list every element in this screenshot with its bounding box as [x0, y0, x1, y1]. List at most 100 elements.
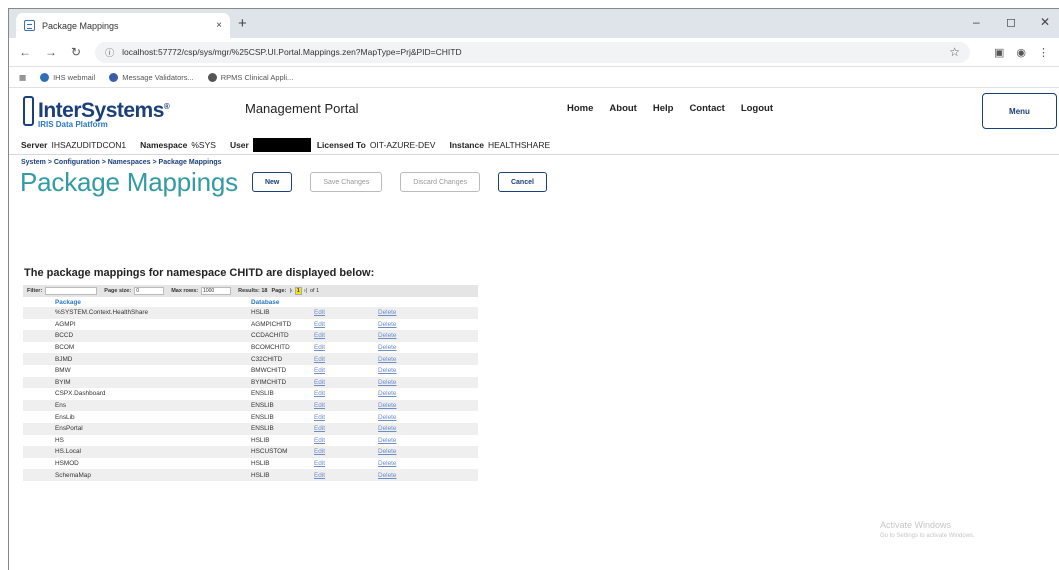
- delete-link[interactable]: Delete: [378, 318, 478, 331]
- apps-grid-icon[interactable]: ▦: [19, 73, 26, 82]
- nav-contact[interactable]: Contact: [689, 103, 724, 114]
- edit-link[interactable]: Edit: [314, 307, 378, 319]
- bookmark-message-validators[interactable]: Message Validators...: [109, 72, 194, 82]
- menu-button[interactable]: Menu: [982, 93, 1057, 129]
- delete-link[interactable]: Delete: [378, 399, 478, 412]
- delete-link[interactable]: Delete: [378, 330, 478, 342]
- table-row: AGMPI AGMPICHITD Edit Delete: [23, 318, 478, 331]
- nav-logout[interactable]: Logout: [741, 103, 773, 114]
- package-cell: SchemaMap: [23, 469, 219, 481]
- forward-icon[interactable]: →: [45, 45, 57, 59]
- edit-link[interactable]: Edit: [314, 330, 378, 342]
- delete-link[interactable]: Delete: [378, 353, 478, 365]
- package-cell: HS.Local: [23, 446, 219, 458]
- edit-link[interactable]: Edit: [314, 399, 378, 412]
- bookmark-favicon-icon: [109, 72, 119, 82]
- title-row: Package Mappings New Save Changes Discar…: [9, 166, 1059, 198]
- bookmark-rpms-clinical[interactable]: RPMS Clinical Appli...: [207, 72, 293, 82]
- logo-mark-icon: [23, 96, 34, 126]
- portal-title: Management Portal: [245, 101, 359, 116]
- database-cell: ENSLIB: [219, 388, 314, 400]
- edit-link[interactable]: Edit: [314, 353, 378, 365]
- top-nav: Home About Help Contact Logout: [567, 103, 789, 114]
- mappings-table-container: Filter: Page size: 0 Max rows: 1000 Resu…: [23, 285, 478, 481]
- discard-changes-button[interactable]: Discard Changes: [400, 172, 480, 192]
- reload-icon[interactable]: ↻: [71, 45, 81, 59]
- address-bar[interactable]: ⓘ localhost:57772/csp/sys/mgr/%25CSP.UI.…: [95, 41, 970, 63]
- column-header-database[interactable]: Database: [219, 297, 314, 307]
- package-cell: HS: [23, 434, 219, 447]
- browser-tab-bar: Package Mappings × + – ◻ ✕: [9, 9, 1059, 38]
- new-button[interactable]: New: [251, 172, 293, 192]
- delete-link[interactable]: Delete: [378, 422, 478, 435]
- minimize-icon[interactable]: –: [973, 15, 980, 29]
- info-bar: Server IHSAZUDITDCON1 Namespace %SYS User …: [9, 136, 1059, 155]
- back-icon[interactable]: ←: [19, 45, 31, 59]
- database-cell: CCDACHITD: [219, 330, 314, 342]
- edit-link[interactable]: Edit: [314, 341, 378, 354]
- delete-link[interactable]: Delete: [378, 341, 478, 354]
- page-size-input[interactable]: 0: [134, 287, 165, 295]
- edit-link[interactable]: Edit: [314, 376, 378, 389]
- reading-mode-icon[interactable]: ▣: [994, 46, 1004, 59]
- namespace-value: %SYS: [191, 140, 216, 150]
- tab-close-icon[interactable]: ×: [216, 20, 222, 31]
- save-changes-button[interactable]: Save Changes: [310, 172, 383, 192]
- nav-about[interactable]: About: [609, 103, 636, 114]
- edit-link[interactable]: Edit: [314, 422, 378, 435]
- edit-link[interactable]: Edit: [314, 411, 378, 423]
- breadcrumb[interactable]: System > Configuration > Namespaces > Pa…: [9, 155, 1059, 166]
- delete-link[interactable]: Delete: [378, 388, 478, 400]
- close-window-icon[interactable]: ✕: [1040, 15, 1050, 29]
- edit-link[interactable]: Edit: [314, 457, 378, 470]
- delete-link[interactable]: Delete: [378, 376, 478, 389]
- edit-link[interactable]: Edit: [314, 364, 378, 377]
- delete-link[interactable]: Delete: [378, 434, 478, 447]
- database-cell: BCOMCHITD: [219, 341, 314, 354]
- edit-link[interactable]: Edit: [314, 446, 378, 458]
- maximize-icon[interactable]: ◻: [1006, 15, 1016, 29]
- intersystems-logo[interactable]: InterSystems® IRIS Data Platform: [23, 96, 170, 129]
- delete-link[interactable]: Delete: [378, 307, 478, 319]
- nav-help[interactable]: Help: [653, 103, 674, 114]
- edit-link[interactable]: Edit: [314, 434, 378, 447]
- browser-tab[interactable]: Package Mappings ×: [16, 13, 230, 38]
- database-cell: ENSLIB: [219, 399, 314, 412]
- database-cell: ENSLIB: [219, 411, 314, 423]
- more-options-icon[interactable]: ⋮: [1038, 46, 1049, 59]
- results-count: Results: 18: [238, 288, 268, 294]
- new-tab-icon[interactable]: +: [238, 15, 247, 32]
- edit-link[interactable]: Edit: [314, 469, 378, 481]
- cancel-button[interactable]: Cancel: [497, 172, 547, 192]
- table-row: BYIM BYIMCHITD Edit Delete: [23, 376, 478, 389]
- delete-link[interactable]: Delete: [378, 446, 478, 458]
- delete-link[interactable]: Delete: [378, 457, 478, 470]
- profile-icon[interactable]: ◉: [1016, 46, 1026, 59]
- bookmarks-bar: ▦ IHS webmail Message Validators... RPMS…: [9, 67, 1059, 88]
- edit-link[interactable]: Edit: [314, 318, 378, 331]
- nav-home[interactable]: Home: [567, 103, 593, 114]
- last-page-icon[interactable]: ›|: [304, 288, 307, 294]
- current-page[interactable]: 1: [294, 287, 302, 295]
- filter-input[interactable]: [45, 287, 98, 295]
- edit-link[interactable]: Edit: [314, 388, 378, 400]
- max-rows-input[interactable]: 1000: [201, 287, 232, 295]
- delete-link[interactable]: Delete: [378, 411, 478, 423]
- portal-header: InterSystems® IRIS Data Platform Managem…: [9, 88, 1059, 136]
- table-row: BMW BMWCHITD Edit Delete: [23, 364, 478, 377]
- table-row: CSPX.Dashboard ENSLIB Edit Delete: [23, 388, 478, 400]
- database-cell: ENSLIB: [219, 422, 314, 435]
- first-page-icon[interactable]: |‹: [289, 288, 292, 294]
- package-cell: HSMOD: [23, 457, 219, 470]
- bookmark-ihs-webmail[interactable]: IHS webmail: [40, 72, 95, 82]
- page-favicon-icon: [24, 20, 35, 31]
- package-cell: BCOM: [23, 341, 219, 354]
- delete-link[interactable]: Delete: [378, 469, 478, 481]
- package-cell: EnsLib: [23, 411, 219, 423]
- delete-link[interactable]: Delete: [378, 364, 478, 377]
- bookmark-star-icon[interactable]: ☆: [949, 45, 960, 59]
- column-header-package[interactable]: Package: [23, 297, 219, 307]
- site-info-icon[interactable]: ⓘ: [105, 46, 114, 59]
- table-description: The package mappings for namespace CHITD…: [24, 267, 375, 279]
- database-cell: HSLIB: [219, 307, 314, 319]
